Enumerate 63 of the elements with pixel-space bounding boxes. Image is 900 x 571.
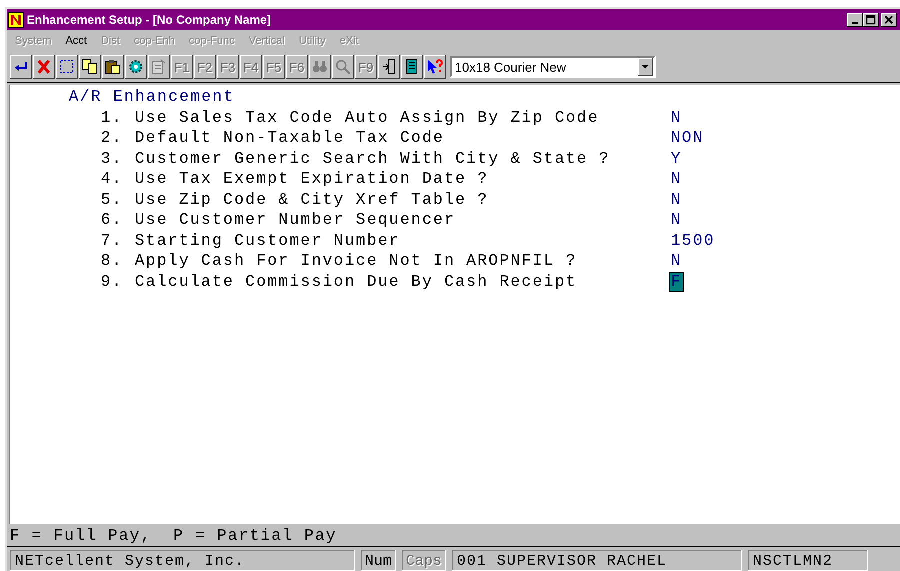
field-value[interactable]: NON [670,129,706,148]
copy-icon [82,59,98,75]
window-title: Enhancement Setup - [No Company Name] [27,12,272,26]
status-panel: Caps [402,550,446,570]
toolbar-button[interactable] [10,55,32,79]
field-number: 8. [101,251,124,272]
field-number: 1. [101,108,124,128]
field-number: 2. [101,128,124,148]
status-panel: Num [361,550,396,570]
minimize-icon [852,22,858,24]
field-value[interactable]: N [670,170,684,188]
maximize-button[interactable] [863,12,879,26]
search-icon [335,59,351,75]
field-value[interactable]: Y [670,150,684,168]
status-panel: NETcellent System, Inc. [10,550,355,570]
font-dropdown[interactable]: 10x18 Courier New [450,56,656,78]
field-label: Use Customer Number Sequencer [135,210,456,230]
status-panel: NSCTLMN2 [748,550,868,570]
field-value[interactable]: 1500 [670,232,716,250]
field-label: Use Tax Exempt Expiration Date ? [135,169,490,190]
field-value[interactable]: N [670,211,684,230]
field-number: 7. [101,230,124,251]
toolbar-button[interactable] [79,55,101,79]
form-heading: A/R Enhancement [69,87,236,108]
binoculars-icon [312,59,328,75]
toolbar-button[interactable] [378,55,400,79]
help-pointer-icon [427,59,443,75]
cancel-x-icon [36,59,52,75]
document-icon [151,59,167,75]
status-panel: 001 SUPERVISOR RACHEL [452,550,742,570]
minimize-button[interactable] [847,12,863,26]
close-icon [884,14,894,24]
field-label: Starting Customer Number [135,230,402,251]
field-number: 6. [101,210,124,230]
field-value[interactable]: N [670,252,684,270]
field-label: Apply Cash For Invoice Not In AROPNFIL ? [135,251,578,272]
toolbar-button[interactable] [401,55,423,79]
toolbar-button[interactable] [424,55,446,79]
maximize-icon [866,14,876,24]
gear-icon [128,59,144,75]
menu-item[interactable]: Acct [66,35,88,47]
field-value[interactable]: N [670,190,684,209]
toolbar-button[interactable] [102,55,124,79]
notebook-icon [404,59,420,75]
field-value[interactable]: F [670,272,684,291]
field-label: Customer Generic Search With City & State ? [135,148,612,169]
field-number: 5. [101,190,124,210]
toolbar-button[interactable] [125,55,147,79]
paste-icon [105,59,121,75]
field-number: 9. [101,272,124,292]
field-label: Calculate Commission Due By Cash Receipt [135,272,578,292]
exit-door-icon [381,59,397,75]
field-label: Use Sales Tax Code Auto Assign By Zip Code [135,108,600,128]
field-number: 4. [101,169,124,190]
field-label: Default Non-Taxable Tax Code [135,128,446,148]
field-number: 3. [101,148,124,169]
toolbar-button[interactable] [56,55,78,79]
toolbar-button[interactable] [33,55,55,79]
field-value[interactable]: N [670,108,684,127]
dotted-frame-icon [59,59,75,75]
close-button[interactable] [881,12,897,26]
app-logo-icon [8,12,24,28]
field-label: Use Zip Code & City Xref Table ? [135,190,490,210]
